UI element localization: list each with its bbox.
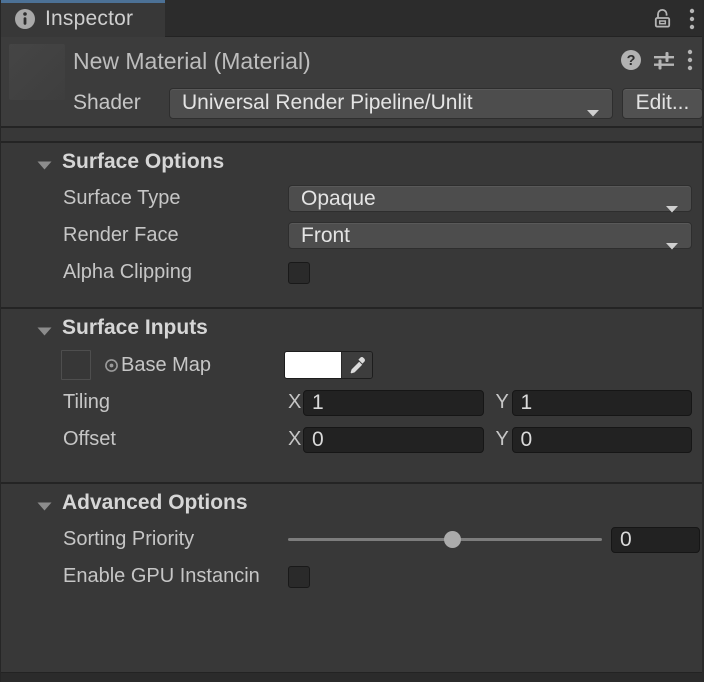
- sorting-priority-label: Sorting Priority: [63, 528, 288, 551]
- alpha-clipping-row: Alpha Clipping: [1, 254, 702, 291]
- tiling-x-label: X: [288, 391, 303, 414]
- section-title: Surface Options: [62, 150, 224, 174]
- base-color-swatch[interactable]: [285, 352, 341, 378]
- base-map-texture-slot[interactable]: [61, 350, 91, 380]
- material-title: New Material (Material): [73, 48, 311, 75]
- base-map-row: Base Map: [1, 346, 702, 384]
- material-menu-button[interactable]: [686, 48, 694, 72]
- help-icon: ?: [620, 49, 642, 71]
- lock-button[interactable]: [651, 7, 674, 30]
- base-map-label: Base Map: [121, 354, 211, 377]
- surface-type-value: Opaque: [301, 187, 657, 211]
- slider-handle[interactable]: [444, 531, 461, 548]
- render-face-row: Render Face Front: [1, 217, 702, 254]
- material-header-actions: ?: [620, 48, 694, 72]
- base-color-widget: [284, 351, 373, 379]
- tiling-x-input[interactable]: [303, 390, 484, 416]
- render-face-label: Render Face: [63, 224, 288, 247]
- render-face-dropdown[interactable]: Front: [288, 222, 692, 249]
- tiling-row: Tiling X Y: [1, 384, 702, 421]
- render-face-value: Front: [301, 224, 657, 248]
- tiling-y-label: Y: [496, 391, 512, 414]
- bottom-edge-strip: [1, 672, 702, 682]
- shader-dropdown[interactable]: Universal Render Pipeline/Unlit: [169, 88, 613, 119]
- shader-dropdown-value: Universal Render Pipeline/Unlit: [182, 91, 578, 115]
- offset-label: Offset: [63, 428, 288, 451]
- surface-type-label: Surface Type: [63, 187, 288, 210]
- eyedropper-button[interactable]: [341, 352, 372, 378]
- tab-bar: Inspector: [1, 0, 702, 37]
- offset-y-input[interactable]: [512, 427, 693, 453]
- sorting-priority-row: Sorting Priority: [1, 521, 702, 558]
- window-menu-button[interactable]: [688, 7, 696, 31]
- foldout-triangle-icon: [37, 498, 52, 507]
- offset-y-label: Y: [496, 428, 512, 451]
- foldout-triangle-icon: [37, 323, 52, 332]
- object-picker-icon[interactable]: [104, 358, 119, 373]
- sorting-priority-slider[interactable]: [288, 526, 606, 553]
- tab-accent-stripe: [1, 0, 165, 3]
- section-spacer: [1, 458, 702, 482]
- surface-type-dropdown[interactable]: Opaque: [288, 185, 692, 212]
- section-surface-options[interactable]: Surface Options: [1, 143, 702, 180]
- help-button[interactable]: ?: [620, 49, 642, 71]
- tab-inspector[interactable]: Inspector: [1, 0, 165, 37]
- section-surface-inputs[interactable]: Surface Inputs: [1, 309, 702, 346]
- kebab-icon: [688, 7, 696, 31]
- shader-edit-button[interactable]: Edit...: [622, 88, 703, 119]
- gpu-instancing-label: Enable GPU Instancin: [63, 565, 288, 588]
- chevron-down-icon: [665, 195, 679, 203]
- presets-button[interactable]: [652, 49, 676, 71]
- chevron-down-icon: [586, 99, 600, 107]
- section-title: Surface Inputs: [62, 316, 208, 340]
- alpha-clipping-checkbox[interactable]: [288, 262, 310, 284]
- surface-type-row: Surface Type Opaque: [1, 180, 702, 217]
- shader-row: Shader Universal Render Pipeline/Unlit E…: [1, 87, 702, 119]
- gpu-instancing-row: Enable GPU Instancin: [1, 558, 702, 595]
- unlock-icon: [651, 7, 674, 30]
- kebab-icon: [686, 48, 694, 72]
- foldout-triangle-icon: [37, 157, 52, 166]
- gpu-instancing-checkbox[interactable]: [288, 566, 310, 588]
- tab-bar-actions: [651, 0, 696, 37]
- offset-row: Offset X Y: [1, 421, 702, 458]
- material-header: New Material (Material) ?: [1, 37, 702, 128]
- chevron-down-icon: [665, 232, 679, 240]
- shader-label: Shader: [73, 91, 141, 115]
- presets-icon: [652, 49, 676, 71]
- tiling-label: Tiling: [63, 391, 288, 414]
- tab-inspector-label: Inspector: [45, 7, 133, 31]
- section-advanced-options[interactable]: Advanced Options: [1, 484, 702, 521]
- info-icon: [14, 8, 36, 30]
- header-band: [1, 128, 702, 143]
- svg-text:?: ?: [627, 53, 636, 69]
- sorting-priority-input[interactable]: [611, 527, 700, 553]
- offset-x-input[interactable]: [303, 427, 484, 453]
- tiling-y-input[interactable]: [512, 390, 693, 416]
- eyedropper-icon: [347, 355, 367, 375]
- inspector-window: Inspector: [0, 0, 704, 682]
- alpha-clipping-label: Alpha Clipping: [63, 261, 288, 284]
- offset-x-label: X: [288, 428, 303, 451]
- section-title: Advanced Options: [62, 491, 248, 515]
- section-spacer: [1, 291, 702, 307]
